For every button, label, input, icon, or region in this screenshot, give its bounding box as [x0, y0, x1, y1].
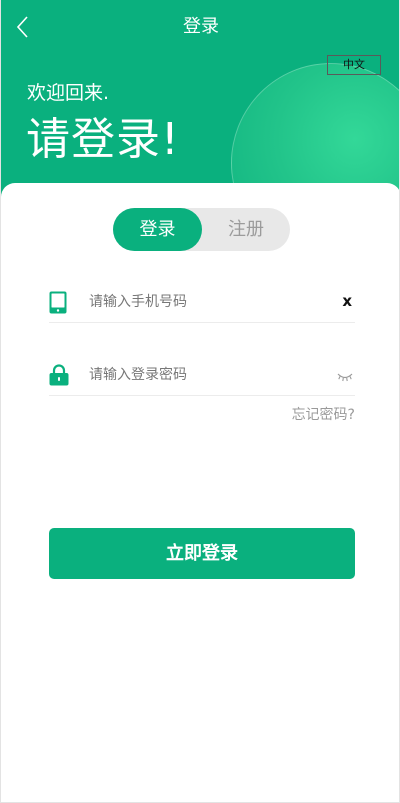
- login-card: 登录 注册 x: [1, 183, 399, 802]
- hero-headline: 请登录!: [26, 114, 180, 165]
- login-submit-button[interactable]: 立即登录: [49, 528, 355, 579]
- navbar: 登录: [1, 0, 399, 54]
- login-page: 登录 中文 欢迎回来. 请登录! 登录 注册 x: [0, 0, 400, 803]
- phone-field: x: [49, 283, 355, 323]
- tab-switch: 登录 注册: [113, 208, 290, 251]
- password-input[interactable]: [89, 362, 329, 388]
- toggle-password-button[interactable]: [337, 367, 353, 386]
- phone-icon: [49, 291, 67, 318]
- lock-icon: [49, 364, 69, 390]
- password-field: [49, 356, 355, 396]
- welcome-text: 欢迎回来.: [27, 82, 110, 104]
- eye-closed-icon: [337, 373, 353, 382]
- tab-register[interactable]: 注册: [202, 208, 290, 251]
- phone-input[interactable]: [89, 289, 329, 315]
- decorative-circle: [231, 63, 399, 200]
- clear-phone-button[interactable]: x: [342, 291, 352, 311]
- hero-banner: 登录 中文 欢迎回来. 请登录!: [1, 0, 399, 200]
- forgot-password-link[interactable]: 忘记密码?: [292, 404, 355, 424]
- page-title: 登录: [183, 16, 219, 37]
- tab-login[interactable]: 登录: [113, 208, 202, 251]
- language-switch-button[interactable]: 中文: [327, 55, 381, 75]
